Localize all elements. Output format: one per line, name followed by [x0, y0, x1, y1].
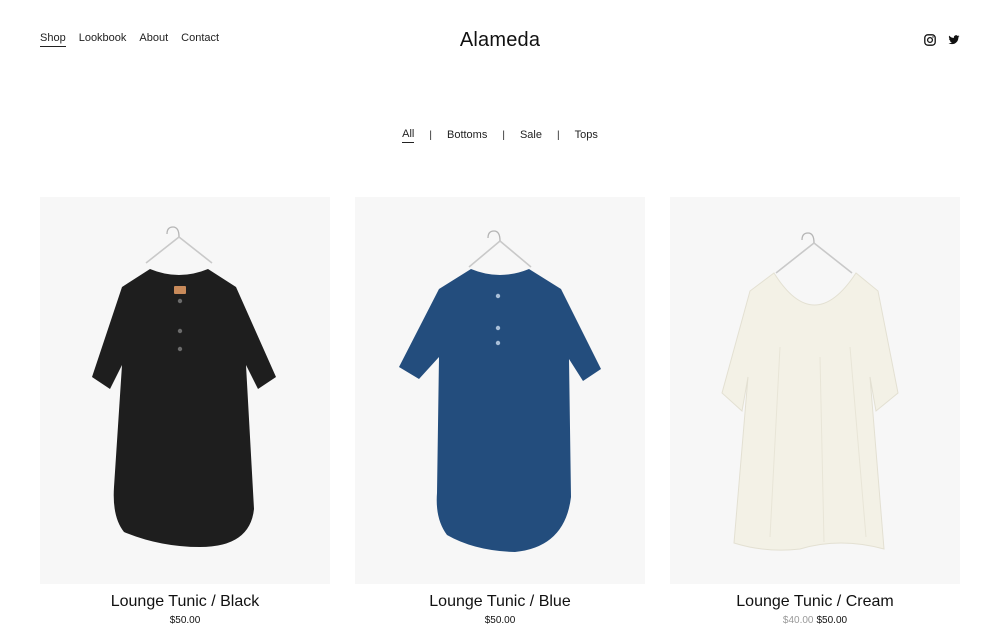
product-name[interactable]: Lounge Tunic / Cream — [670, 593, 960, 611]
filter-separator: | — [502, 130, 505, 141]
product-name[interactable]: Lounge Tunic / Black — [40, 593, 330, 611]
filter-tops[interactable]: Tops — [575, 129, 598, 143]
product-price: $40.00 $50.00 — [670, 615, 960, 626]
twitter-icon[interactable] — [948, 33, 960, 45]
product-card[interactable]: Lounge Tunic / Black $50.00 — [40, 197, 330, 626]
current-price: $50.00 — [484, 615, 516, 626]
garment-shape — [399, 269, 601, 552]
product-grid: Lounge Tunic / Black $50.00 Lounge Tunic… — [40, 197, 960, 626]
product-price: $50.00 — [355, 615, 645, 626]
product-card[interactable]: Lounge Tunic / Blue $50.00 — [355, 197, 645, 626]
product-image[interactable] — [670, 197, 960, 584]
category-filters: All | Bottoms | Sale | Tops — [0, 128, 1000, 143]
product-image[interactable] — [355, 197, 645, 584]
product-price: $50.00 — [40, 615, 330, 626]
current-price: $50.00 — [816, 615, 848, 626]
product-image[interactable] — [40, 197, 330, 584]
filter-separator: | — [556, 130, 560, 141]
instagram-icon[interactable] — [924, 33, 936, 46]
filter-all[interactable]: All — [402, 128, 415, 143]
garment-shape — [92, 269, 276, 547]
filter-separator: | — [429, 130, 432, 141]
product-name[interactable]: Lounge Tunic / Blue — [355, 593, 645, 611]
site-title[interactable]: Alameda — [0, 29, 1000, 52]
site-header: Shop Lookbook About Contact Alameda — [0, 0, 1000, 80]
filter-bottoms[interactable]: Bottoms — [447, 129, 487, 143]
product-card[interactable]: Lounge Tunic / Cream $40.00 $50.00 — [670, 197, 960, 626]
original-price: $40.00 — [782, 615, 814, 626]
current-price: $50.00 — [169, 615, 201, 626]
filter-sale[interactable]: Sale — [520, 129, 542, 143]
social-links — [924, 33, 960, 46]
garment-shape — [721, 272, 899, 551]
